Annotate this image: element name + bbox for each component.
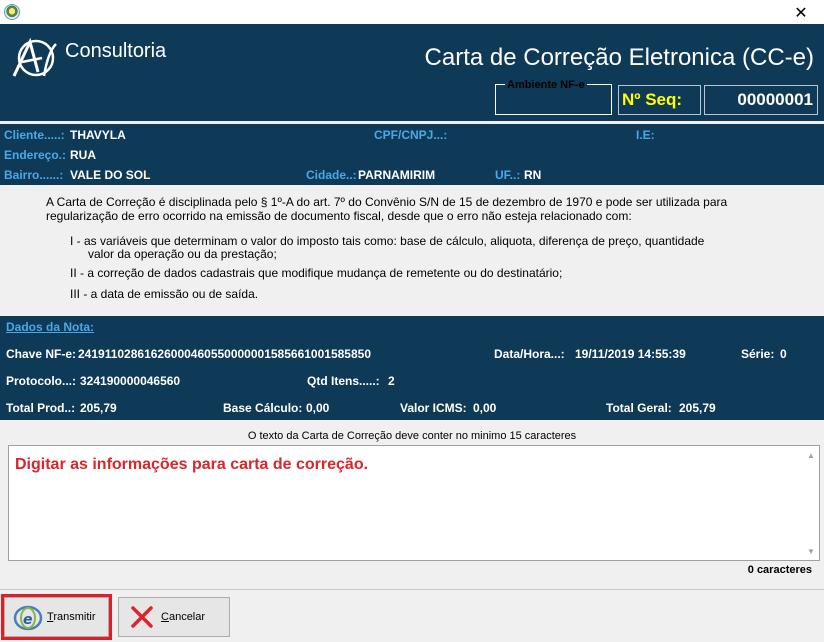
endereco-label: Endereço.: [4,148,67,162]
cliente-value: THAVYLA [70,128,126,142]
character-counter: 0 caracteres [747,564,812,576]
base-calculo-label: Base Cálculo: [223,401,303,415]
footer-divider [0,589,824,590]
cancel-button[interactable]: Cancelar [118,597,230,637]
legal-item-1-line1: I - as variáveis que determinam o valor … [70,234,705,248]
invoice-data-title: Dados da Nota: [6,320,95,334]
legal-item-1-line2: valor da operação ou da prestação; [88,247,277,261]
cancel-x-icon [131,606,153,628]
sequence-label: Nº Seq: [618,85,701,115]
environment-box: Ambiente NF-e [495,79,612,115]
client-info-panel: Cliente.....: THAVYLA CPF/CNPJ...: I.E: … [0,121,824,185]
scroll-up-arrow-icon[interactable]: ▲ [805,449,817,461]
invoice-data-panel: Dados da Nota: Chave NF-e: 2419110286162… [0,313,824,420]
scroll-down-arrow-icon[interactable]: ▼ [805,545,817,557]
app-icon [4,4,20,20]
chave-label: Chave NF-e: [6,347,77,361]
chave-value: 2419110286162600046055000000158566100158… [78,347,371,361]
total-prod-label: Total Prod..: [6,401,76,415]
legal-item-3: III - a data de emissão ou de saída. [70,287,259,301]
cidade-value: PARNAMIRIM [358,168,436,182]
serie-label: Série: [741,347,775,361]
transmit-label: Transmitir [47,611,96,623]
svg-text:e: e [23,612,33,628]
legal-paragraph-line1: A Carta de Correção é disciplinada pelo … [46,195,728,209]
serie-value: 0 [780,347,787,361]
correction-hint: O texto da Carta de Correção deve conter… [247,430,577,442]
bairro-value: VALE DO SOL [70,168,151,182]
valor-icms-value: 0,00 [473,401,497,415]
bairro-label: Bairro......: [4,168,64,182]
nfe-transmit-icon: e [13,605,43,631]
qtd-itens-label: Qtd Itens.....: [307,374,380,388]
ie-label: I.E: [636,128,655,142]
protocolo-label: Protocolo...: [6,374,76,388]
legal-notice: A Carta de Correção é disciplinada pelo … [0,185,824,313]
cidade-label: Cidade..: [306,168,357,182]
header-banner: Consultoria Carta de Correção Eletronica… [0,24,824,121]
base-calculo-value: 0,00 [306,401,330,415]
transmit-button[interactable]: e Transmitir [1,594,112,640]
total-geral-label: Total Geral: [606,401,672,415]
uf-value: RN [524,168,542,182]
cliente-label: Cliente.....: [4,128,65,142]
legal-item-2: II - a correção de dados cadastrais que … [70,266,563,280]
qtd-itens-value: 2 [388,374,395,388]
uf-label: UF..: [495,168,521,182]
close-button[interactable]: ✕ [778,0,824,24]
brand-name: Consultoria [65,40,167,62]
correction-textarea[interactable]: Digitar as informações para carta de cor… [8,445,820,561]
environment-label: Ambiente NF-e [505,79,587,91]
correction-text: Digitar as informações para carta de cor… [15,456,369,473]
page-title: Carta de Correção Eletronica (CC-e) [424,44,814,71]
protocolo-value: 324190000046560 [80,374,181,388]
valor-icms-label: Valor ICMS: [400,401,467,415]
total-geral-value: 205,79 [679,401,716,415]
correction-section: O texto da Carta de Correção deve conter… [4,422,820,580]
endereco-value: RUA [70,148,96,162]
cpf-label: CPF/CNPJ...: [374,128,448,142]
total-prod-value: 205,79 [80,401,117,415]
data-hora-value: 19/11/2019 14:55:39 [575,347,686,361]
sequence-value: 00000001 [704,85,818,115]
company-logo-icon [12,37,57,77]
cancel-label: Cancelar [161,611,206,623]
legal-paragraph-line2: regularização de erro ocorrido na emissã… [46,209,632,223]
title-bar: ✕ [0,0,824,24]
data-hora-label: Data/Hora...: [494,347,565,361]
